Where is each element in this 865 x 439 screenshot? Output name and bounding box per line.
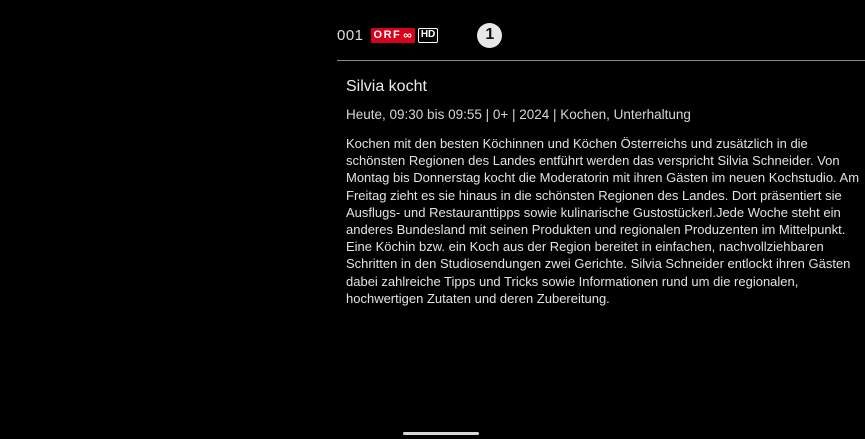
program-title: Silvia kocht [346,78,427,95]
header-divider [337,60,865,61]
home-indicator[interactable] [403,432,479,435]
channel-header: 001 ORF ∞ HD 1 [337,18,865,52]
age-rating-icon: 1 [477,22,503,48]
program-info-panel: 001 ORF ∞ HD 1 [337,18,865,52]
channel-number: 001 [337,26,364,44]
program-meta: Heute, 09:30 bis 09:55 | 0+ | 2024 | Koc… [346,107,691,122]
orf-logo-text: ORF [373,29,402,41]
program-description: Kochen mit den besten Köchinnen und Köch… [346,136,860,306]
orf-infinity-symbol: ∞ [403,28,412,42]
orf-logo-icon: ORF ∞ [370,27,415,43]
tv-program-info-screen: 001 ORF ∞ HD 1 Silvia kocht Heute, 09:30… [0,0,865,439]
hd-badge-icon: HD [417,27,439,43]
